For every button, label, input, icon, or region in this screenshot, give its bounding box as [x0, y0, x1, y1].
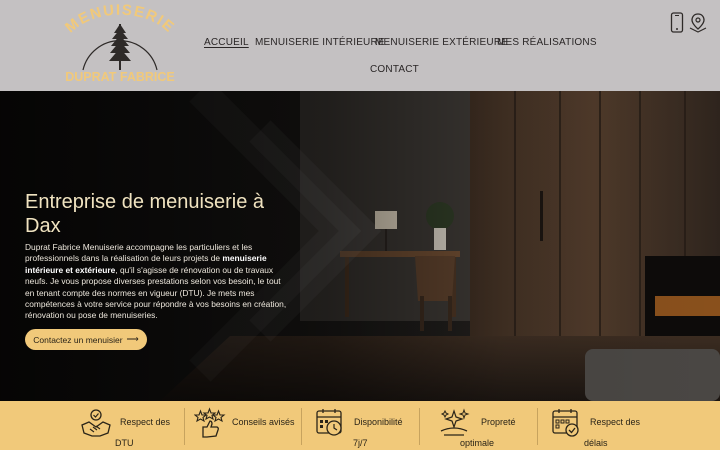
feature-delais-line1: Respect des [590, 417, 641, 427]
feature-dtu-line1: Respect des [120, 417, 171, 427]
hero-description: Duprat Fabrice Menuiserie accompagne les… [25, 242, 287, 322]
nav-menuiserie-interieure[interactable]: MENUISERIE INTÉRIEURE [255, 37, 385, 48]
nav-menuiserie-exterieure[interactable]: MENUISERIE EXTÉRIEURE [375, 37, 508, 48]
feature-delais-line2: délais [584, 438, 608, 448]
feature-dtu-line2: DTU [115, 438, 134, 448]
feature-delais: Respect des délais [548, 401, 658, 450]
nav-mes-realisations[interactable]: MES RÉALISATIONS [497, 37, 597, 48]
site-header: MENUISERIE DUPRAT FABRICE ACCUEIL MENUIS… [0, 0, 720, 91]
feature-divider [419, 408, 420, 445]
calendar-clock-icon [314, 407, 346, 444]
feature-disponibilite-line1: Disponibilité [354, 417, 403, 427]
feature-divider [184, 408, 185, 445]
nav-accueil[interactable]: ACCUEIL [204, 37, 249, 48]
phone-icon[interactable] [670, 12, 684, 39]
feature-proprete-line1: Propreté [481, 417, 516, 427]
hero-title: Entreprise de menuiserie à Dax [25, 191, 265, 237]
logo[interactable]: MENUISERIE DUPRAT FABRICE [55, 0, 185, 91]
arrow-right-icon: ⟶ [126, 334, 139, 344]
handshake-icon [80, 407, 112, 444]
hero-text-part1: Duprat Fabrice Menuiserie accompagne les… [25, 242, 253, 264]
feature-conseils-line1: Conseils avisés [232, 417, 295, 427]
nav-contact[interactable]: CONTACT [370, 64, 419, 75]
calendar-check-icon [550, 407, 582, 444]
feature-proprete-line2: optimale [460, 438, 495, 448]
feature-disponibilite: Disponibilité 7j/7 [312, 401, 422, 450]
feature-conseils: Conseils avisés [192, 401, 302, 450]
thumbs-up-stars-icon [193, 407, 226, 444]
main-nav: ACCUEIL MENUISERIE INTÉRIEURE MENUISERIE… [190, 0, 650, 91]
logo-line2: DUPRAT FABRICE [65, 70, 175, 84]
cta-label: Contactez un menuisier [33, 334, 123, 345]
logo-emblem: MENUISERIE DUPRAT FABRICE [62, 2, 177, 84]
feature-divider [537, 408, 538, 445]
contact-cta-button[interactable]: Contactez un menuisier ⟶ [25, 329, 147, 350]
feature-divider [301, 408, 302, 445]
header-icons [670, 12, 710, 36]
map-pin-icon[interactable] [687, 12, 709, 39]
features-bar: Respect des DTU Conseils avisés Disponib… [0, 401, 720, 450]
feature-dtu: Respect des DTU [75, 401, 185, 450]
hero-section: Entreprise de menuiserie à Dax Duprat Fa… [0, 91, 720, 401]
feature-proprete: Propreté optimale [430, 401, 540, 450]
feature-disponibilite-line2: 7j/7 [353, 438, 368, 448]
